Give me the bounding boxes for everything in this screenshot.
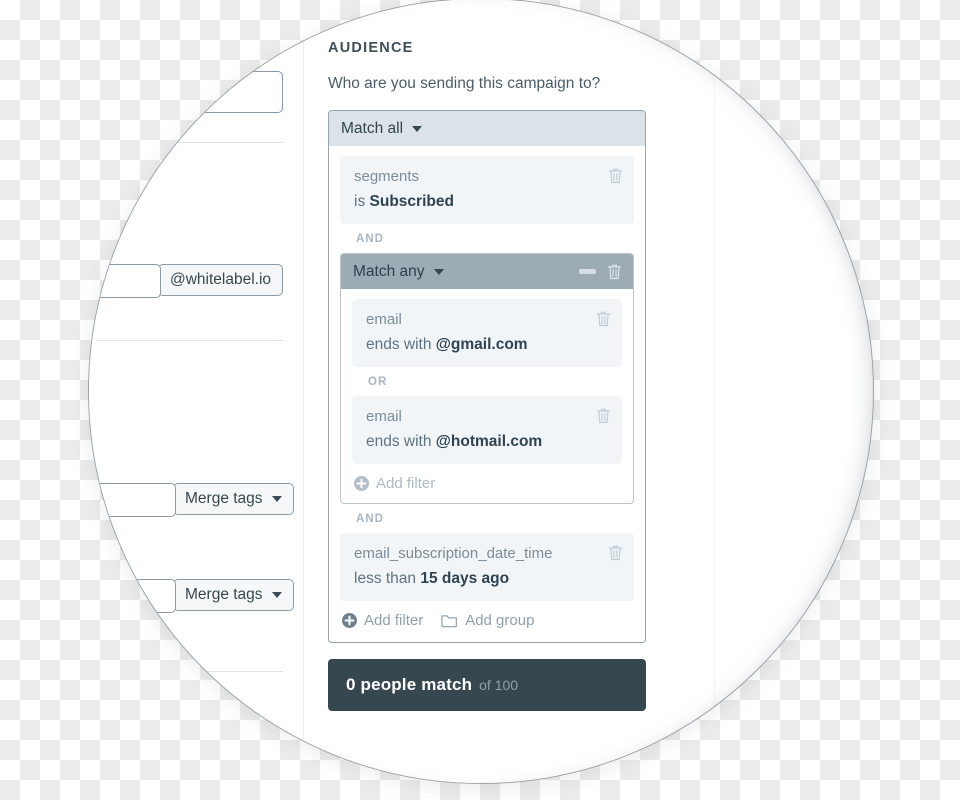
screenshot-stage: @whitelabel.io Merge tags Merge tags AUD…: [0, 0, 960, 800]
connector-and-2: AND: [356, 513, 385, 525]
circle-plus-icon: [342, 613, 357, 628]
editor-field-stub-2[interactable]: [89, 579, 176, 613]
add-group-label: Add group: [465, 612, 535, 629]
match-any-label: Match any: [353, 262, 425, 280]
filter-field-name: email_subscription_date_time: [354, 545, 553, 562]
trash-icon[interactable]: [607, 263, 622, 280]
outer-group-actions: Add filter Add group: [340, 601, 634, 631]
add-filter-label-nested: Add filter: [376, 475, 436, 492]
audience-panel: AUDIENCE Who are you sending this campai…: [303, 1, 713, 783]
filter-row-gmail[interactable]: email ends with @gmail.com: [352, 299, 622, 367]
match-any-header[interactable]: Match any: [341, 254, 633, 289]
connector-or-1: OR: [368, 376, 388, 388]
filter-field-name: email: [366, 311, 402, 328]
filter-operator: is: [354, 193, 366, 210]
filter-operator: ends with: [366, 433, 432, 450]
filter-value: @hotmail.com: [435, 433, 543, 450]
editor-divider-2: [95, 340, 283, 341]
match-all-label: Match all: [341, 119, 404, 137]
filter-expression: ends with @hotmail.com: [366, 433, 608, 451]
email-domain-chip-label: @whitelabel.io: [170, 271, 272, 288]
trash-icon[interactable]: [608, 544, 623, 561]
add-filter-button-nested[interactable]: Add filter: [354, 475, 435, 492]
folder-icon: [441, 614, 458, 627]
filter-expression: is Subscribed: [354, 193, 620, 211]
filter-expression: less than 15 days ago: [354, 570, 620, 588]
filter-value: @gmail.com: [435, 336, 528, 353]
filter-operator: ends with: [366, 336, 432, 353]
trash-icon[interactable]: [608, 167, 623, 184]
add-group-button[interactable]: Add group: [441, 612, 534, 629]
match-count-text: 0 people match: [346, 675, 473, 694]
merge-tags-button-2[interactable]: Merge tags: [173, 579, 294, 611]
email-domain-chip[interactable]: @whitelabel.io: [158, 264, 284, 296]
clipped-ui-content: @whitelabel.io Merge tags Merge tags AUD…: [89, 1, 873, 783]
editor-field-stub-1[interactable]: [89, 483, 176, 517]
filter-operator: less than: [354, 570, 417, 587]
page-title: AUDIENCE: [328, 40, 414, 56]
panel-subtitle: Who are you sending this campaign to?: [328, 75, 601, 92]
condition-group-nested: Match any email ends with @gmail.com OR …: [340, 253, 634, 504]
add-filter-label: Add filter: [364, 612, 424, 629]
match-total-text: of 100: [479, 677, 519, 693]
minimize-icon[interactable]: [579, 269, 596, 274]
filter-field-name: segments: [354, 168, 420, 185]
condition-group-outer: Match all segments is Subscribed AND Mat…: [328, 110, 646, 643]
filter-field-name: email: [366, 408, 402, 425]
merge-tags-label-1: Merge tags: [185, 490, 263, 507]
circular-crop-frame: @whitelabel.io Merge tags Merge tags AUD…: [88, 0, 874, 784]
chevron-down-icon: [271, 496, 282, 502]
editor-divider-3: [107, 671, 283, 672]
filter-row-segments[interactable]: segments is Subscribed: [340, 156, 634, 224]
chevron-down-icon: [271, 592, 282, 598]
editor-field-stub-top[interactable]: [89, 71, 283, 113]
nested-group-actions: Add filter: [352, 464, 622, 494]
filter-row-subscription-date[interactable]: email_subscription_date_time less than 1…: [340, 533, 634, 601]
filter-value: Subscribed: [369, 193, 454, 210]
add-filter-button[interactable]: Add filter: [342, 612, 423, 629]
chevron-down-icon: [433, 268, 444, 275]
filter-row-hotmail[interactable]: email ends with @hotmail.com: [352, 396, 622, 464]
merge-tags-label-2: Merge tags: [185, 586, 263, 603]
filter-value: 15 days ago: [420, 570, 510, 587]
match-result-bar: 0 people match of 100: [328, 659, 646, 711]
circle-plus-icon: [354, 476, 369, 491]
match-all-header[interactable]: Match all: [329, 111, 645, 146]
filter-expression: ends with @gmail.com: [366, 336, 608, 354]
trash-icon[interactable]: [596, 407, 611, 424]
trash-icon[interactable]: [596, 310, 611, 327]
chevron-down-icon: [412, 125, 423, 132]
connector-and-1: AND: [356, 233, 385, 245]
editor-field-stub-email[interactable]: [89, 264, 161, 298]
editor-divider-1: [99, 142, 283, 143]
merge-tags-button-1[interactable]: Merge tags: [173, 483, 294, 515]
left-editor-column: @whitelabel.io Merge tags Merge tags: [89, 1, 303, 783]
